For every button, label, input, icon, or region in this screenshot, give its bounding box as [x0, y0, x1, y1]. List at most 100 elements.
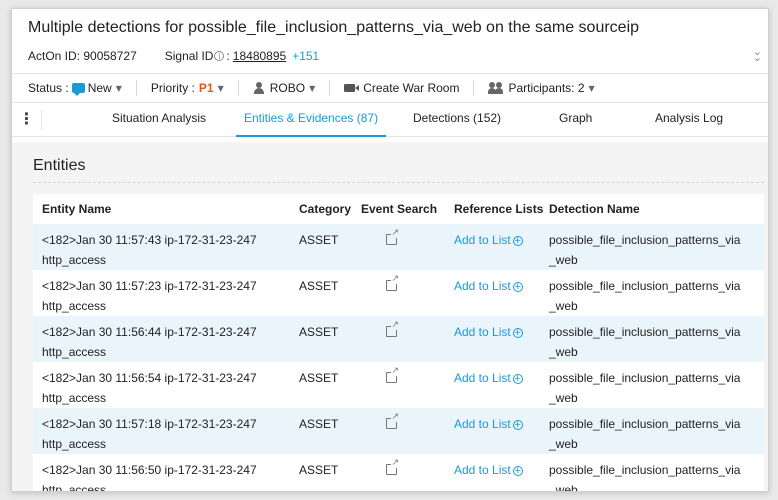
- priority-label: Priority :: [150, 81, 195, 95]
- status-bar: Status : New ▼ Priority : P1 ▼ ROBO ▼ Cr…: [12, 73, 768, 103]
- entities-title: Entities: [33, 157, 86, 174]
- add-to-list-link[interactable]: Add to List +: [454, 417, 523, 431]
- add-to-list-link[interactable]: Add to List +: [454, 463, 523, 477]
- create-war-room-button[interactable]: Create War Room: [344, 81, 459, 95]
- priority-value: P1: [198, 81, 214, 95]
- entity-type-line: http_access: [42, 253, 107, 267]
- event-search-cell: [361, 275, 454, 297]
- add-to-list-label: Add to List: [454, 325, 511, 339]
- entity-name-line: <182>Jan 30 11:56:50 ip-172-31-23-247: [42, 463, 257, 477]
- add-to-list-label: Add to List: [454, 463, 511, 477]
- entities-table: Entity Name Category Event Search Refere…: [33, 194, 764, 492]
- plus-circle-icon: +: [512, 328, 523, 338]
- acton-id: ActOn ID: 90058727: [28, 49, 137, 63]
- external-link-icon[interactable]: [386, 367, 399, 383]
- chevron-down-icon: ▼: [115, 83, 122, 93]
- plus-circle-icon: +: [512, 374, 523, 384]
- col-event-search[interactable]: Event Search: [361, 202, 454, 216]
- add-to-list-label: Add to List: [454, 371, 511, 385]
- add-to-list-link[interactable]: Add to List +: [454, 279, 523, 293]
- signal-more-link[interactable]: +151: [292, 49, 319, 63]
- detection-name-cell: possible_file_inclusion_patterns_via_web: [549, 325, 741, 359]
- reference-lists-cell: Add to List +: [454, 276, 549, 296]
- entity-name-cell: <182>Jan 30 11:57:43 ip-172-31-23-247 htt…: [33, 230, 299, 270]
- col-reference-lists[interactable]: Reference Lists: [454, 202, 549, 216]
- entity-name-cell: <182>Jan 30 11:57:23 ip-172-31-23-247 htt…: [33, 276, 299, 316]
- assignee-value: ROBO: [269, 81, 306, 95]
- category-cell: ASSET: [299, 371, 339, 385]
- external-link-icon[interactable]: [386, 275, 399, 291]
- category-cell: ASSET: [299, 463, 339, 477]
- external-link-icon[interactable]: [386, 321, 399, 337]
- table-row: <182>Jan 30 11:57:43 ip-172-31-23-247 htt…: [33, 224, 764, 270]
- id-row: ActOn ID: 90058727 Signal ID i : 1848089…: [28, 49, 752, 63]
- tab-situation-analysis[interactable]: Situation Analysis: [112, 103, 206, 137]
- entity-type-line: http_access: [42, 437, 107, 451]
- add-to-list-link[interactable]: Add to List +: [454, 325, 523, 339]
- plus-circle-icon: +: [512, 282, 523, 292]
- external-link-icon[interactable]: [386, 413, 399, 429]
- entity-name-cell: <182>Jan 30 11:57:18 ip-172-31-23-247 htt…: [33, 414, 299, 454]
- entity-name-line: <182>Jan 30 11:56:44 ip-172-31-23-247: [42, 325, 257, 339]
- entity-type-line: http_access: [42, 483, 107, 492]
- add-to-list-link[interactable]: Add to List +: [454, 371, 523, 385]
- col-detection-name[interactable]: Detection Name: [549, 202, 750, 216]
- external-link-icon[interactable]: [386, 459, 399, 475]
- page-title: Multiple detections for possible_file_in…: [28, 19, 640, 36]
- reference-lists-cell: Add to List +: [454, 230, 549, 250]
- signal-id-label: Signal ID: [164, 49, 214, 63]
- tab-graph[interactable]: Graph: [559, 103, 592, 137]
- expand-icon[interactable]: ⌄ ⌄: [753, 46, 762, 63]
- tab-analysis-log[interactable]: Analysis Log: [655, 103, 723, 137]
- reference-lists-cell: Add to List +: [454, 414, 549, 434]
- entity-name-line: <182>Jan 30 11:57:18 ip-172-31-23-247: [42, 417, 257, 431]
- category-cell: ASSET: [299, 417, 339, 431]
- tab-entities-evidences[interactable]: Entities & Evidences (87): [236, 103, 387, 137]
- kebab-menu-icon[interactable]: ⋮: [12, 109, 42, 130]
- table-row: <182>Jan 30 11:57:18 ip-172-31-23-247 htt…: [33, 408, 764, 454]
- content-area: Entities Entity Name Category Event Sear…: [12, 142, 768, 491]
- entity-type-line: http_access: [42, 391, 107, 405]
- participants-icon: [488, 82, 504, 94]
- entity-name-cell: <182>Jan 30 11:56:44 ip-172-31-23-247 htt…: [33, 322, 299, 362]
- participants-value: Participants: 2: [508, 81, 585, 95]
- reference-lists-cell: Add to List +: [454, 368, 549, 388]
- add-to-list-link[interactable]: Add to List +: [454, 233, 523, 247]
- event-search-cell: [361, 367, 454, 389]
- chevron-down-icon: ▼: [588, 83, 595, 93]
- col-entity-name[interactable]: Entity Name: [33, 202, 299, 216]
- event-search-cell: [361, 321, 454, 343]
- plus-circle-icon: +: [512, 466, 523, 476]
- status-dropdown[interactable]: Status : New ▼: [28, 81, 122, 96]
- chevron-down-icon: ▼: [217, 83, 224, 93]
- table-header: Entity Name Category Event Search Refere…: [33, 194, 764, 224]
- event-search-cell: [361, 413, 454, 435]
- user-icon: [253, 82, 265, 94]
- reference-lists-cell: Add to List +: [454, 460, 549, 480]
- signal-id-link[interactable]: 18480895: [233, 49, 286, 63]
- header: Multiple detections for possible_file_in…: [12, 9, 768, 73]
- detection-window: Multiple detections for possible_file_in…: [11, 8, 769, 492]
- status-value: New: [87, 81, 112, 95]
- table-row: <182>Jan 30 11:56:44 ip-172-31-23-247 htt…: [33, 316, 764, 362]
- chat-icon: [71, 83, 85, 96]
- external-link-icon[interactable]: [386, 229, 399, 245]
- signal-id-separator: :: [226, 49, 230, 63]
- col-category[interactable]: Category: [299, 202, 361, 216]
- priority-dropdown[interactable]: Priority : P1 ▼: [151, 81, 224, 95]
- event-search-cell: [361, 229, 454, 251]
- participants-dropdown[interactable]: Participants: 2 ▼: [488, 81, 595, 95]
- category-cell: ASSET: [299, 325, 339, 339]
- table-row: <182>Jan 30 11:56:54 ip-172-31-23-247 htt…: [33, 362, 764, 408]
- category-cell: ASSET: [299, 279, 339, 293]
- plus-circle-icon: +: [512, 236, 523, 246]
- entity-name-cell: <182>Jan 30 11:56:54 ip-172-31-23-247 htt…: [33, 368, 299, 408]
- tab-detections[interactable]: Detections (152): [413, 103, 501, 137]
- info-icon[interactable]: i: [214, 51, 225, 61]
- war-room-label: Create War Room: [363, 81, 460, 95]
- table-row: <182>Jan 30 11:56:50 ip-172-31-23-247 htt…: [33, 454, 764, 492]
- tab-bar: ⋮ Situation Analysis Entities & Evidence…: [12, 103, 768, 137]
- detection-name-cell: possible_file_inclusion_patterns_via_web: [549, 371, 741, 405]
- assignee-dropdown[interactable]: ROBO ▼: [253, 81, 315, 95]
- event-search-cell: [361, 459, 454, 481]
